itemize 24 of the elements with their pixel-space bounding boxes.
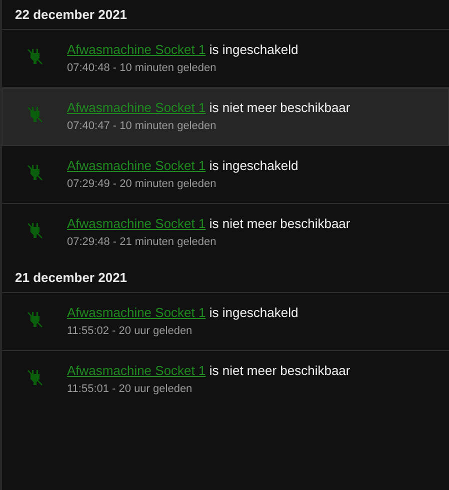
entity-link[interactable]: Afwasmachine Socket 1 <box>67 158 206 173</box>
event-time: 07:29:49 - 20 minuten geleden <box>67 178 218 190</box>
event-message: Afwasmachine Socket 1 is ingeschakeld <box>67 158 298 173</box>
event-time: 11:55:02 - 20 uur geleden <box>67 325 194 337</box>
entity-link[interactable]: Afwasmachine Socket 1 <box>67 216 206 231</box>
entity-link[interactable]: Afwasmachine Socket 1 <box>67 42 206 57</box>
event-row[interactable]: Afwasmachine Socket 1 is niet meer beschikbaar 07:40:47 - 10 minuten geleden <box>2 88 449 146</box>
event-message: Afwasmachine Socket 1 is ingeschakeld <box>67 42 298 57</box>
event-time: 11:55:01 - 20 uur geleden <box>67 383 194 395</box>
entity-link[interactable]: Afwasmachine Socket 1 <box>67 305 206 320</box>
entity-link[interactable]: Afwasmachine Socket 1 <box>67 363 206 378</box>
event-time: 07:40:47 - 10 minuten geleden <box>67 120 218 132</box>
plug-off-icon <box>26 311 42 328</box>
plug-off-icon <box>26 164 42 181</box>
event-time: 07:40:48 - 10 minuten geleden <box>67 62 218 74</box>
event-message: Afwasmachine Socket 1 is niet meer beschikbaar <box>67 100 350 115</box>
event-time: 07:29:48 - 21 minuten geleden <box>67 236 218 248</box>
plug-off-icon <box>26 222 42 239</box>
plug-off-icon <box>26 106 42 123</box>
plug-off-icon <box>26 48 42 65</box>
event-message: Afwasmachine Socket 1 is ingeschakeld <box>67 305 298 320</box>
event-message: Afwasmachine Socket 1 is niet meer beschikbaar <box>67 216 350 231</box>
plug-off-icon <box>26 369 42 386</box>
event-message: Afwasmachine Socket 1 is niet meer beschikbaar <box>67 363 350 378</box>
